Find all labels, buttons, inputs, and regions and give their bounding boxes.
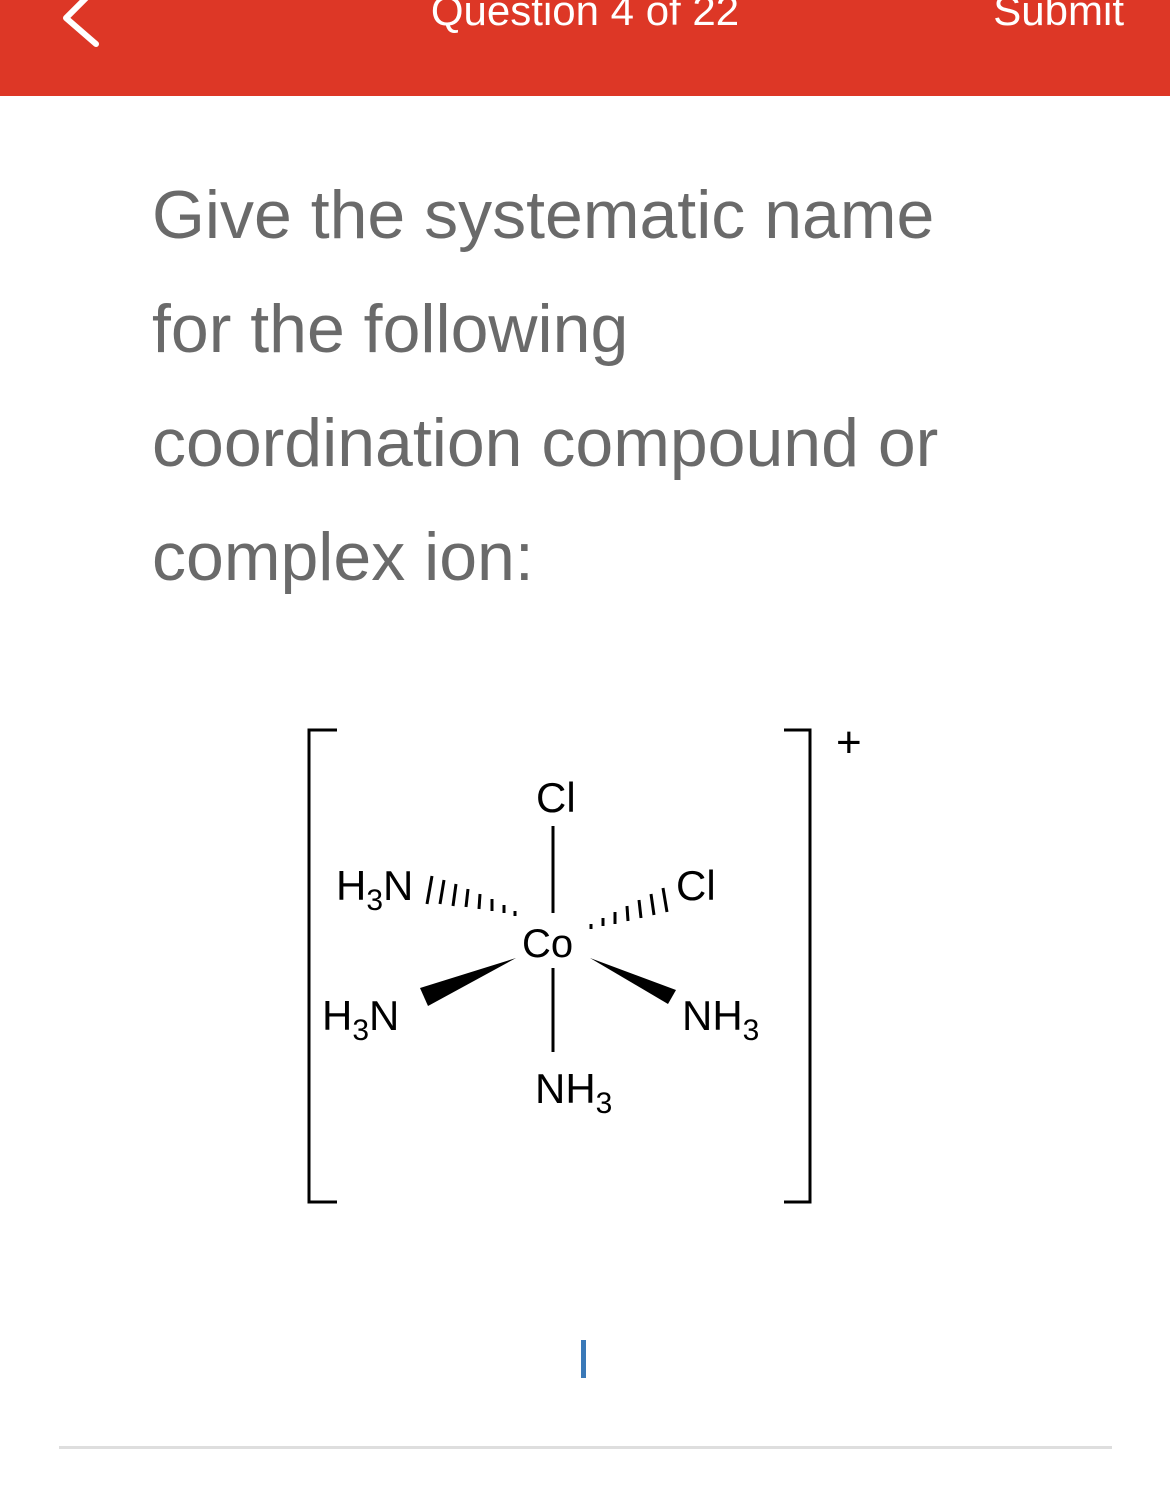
charge-label: + bbox=[836, 718, 862, 767]
ligand-top-label: Cl bbox=[536, 774, 576, 821]
ligand-top-right-label: Cl bbox=[676, 862, 716, 909]
hashed-bond-top-right bbox=[589, 887, 669, 929]
ligand-bottom-left-label: H3N bbox=[322, 992, 399, 1047]
coordination-structure: + Cl Co NH3 H3N Cl H3N NH3 bbox=[307, 718, 862, 1204]
text-cursor bbox=[581, 1340, 586, 1378]
right-bracket bbox=[784, 728, 812, 1204]
wedge-bond-bottom-left bbox=[420, 958, 516, 1006]
answer-input[interactable] bbox=[59, 1320, 1112, 1446]
ligand-bottom-right-label: NH3 bbox=[682, 992, 759, 1047]
center-metal-label: Co bbox=[522, 922, 573, 966]
hashed-bond-top-left bbox=[425, 875, 517, 916]
wedge-bond-bottom-right bbox=[590, 958, 676, 1004]
ligand-bottom-label: NH3 bbox=[535, 1065, 612, 1120]
answer-underline bbox=[59, 1446, 1112, 1449]
left-bracket bbox=[307, 728, 337, 1204]
ligand-top-left-label: H3N bbox=[336, 862, 413, 917]
